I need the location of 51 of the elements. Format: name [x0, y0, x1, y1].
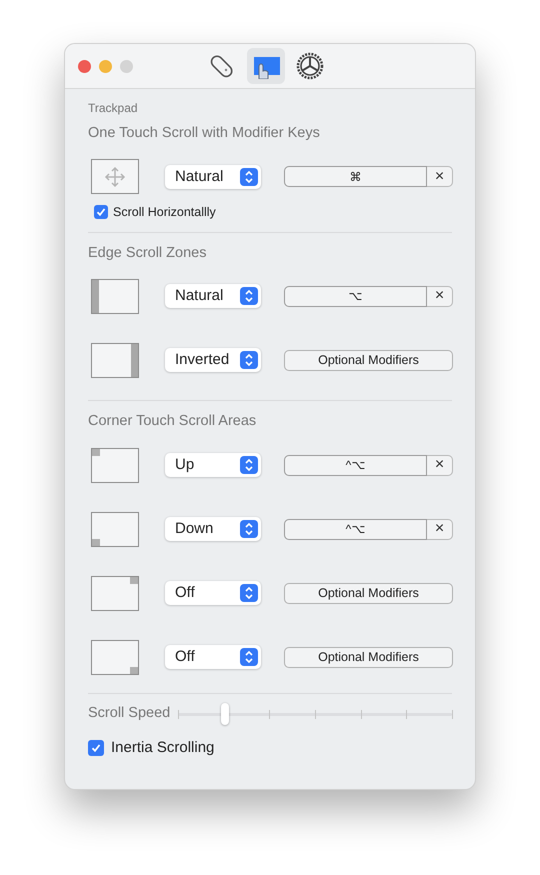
optional-modifiers-button[interactable]: Optional Modifiers	[284, 582, 453, 604]
clear-button[interactable]: ×	[427, 518, 453, 540]
scroll-horizontally-checkbox-row[interactable]: Scroll Horizontallly	[88, 202, 452, 222]
mouse-icon	[209, 53, 235, 79]
corner-zone-icon	[91, 512, 139, 546]
stepper-icon	[240, 584, 258, 602]
shortcut-field[interactable]: ⌥	[284, 286, 427, 307]
clear-button[interactable]: ×	[427, 454, 453, 476]
checkbox[interactable]	[94, 205, 108, 220]
stepper-icon	[240, 168, 258, 186]
stepper-icon	[240, 648, 258, 666]
scroll-speed-slider[interactable]	[178, 703, 452, 725]
checkmark-icon	[96, 207, 106, 218]
move-arrows-icon	[91, 159, 139, 194]
clear-button[interactable]: ×	[427, 166, 453, 188]
stepper-icon	[240, 351, 258, 370]
checkmark-icon	[91, 743, 101, 754]
optional-modifiers-button[interactable]: Optional Modifiers	[284, 646, 453, 668]
stepper-icon	[240, 456, 258, 474]
gear-icon	[296, 52, 324, 80]
edge-zone-icon	[91, 278, 139, 314]
corner-zone-icon	[91, 576, 139, 610]
shortcut-field[interactable]: ⌘	[284, 166, 427, 188]
stepper-icon	[240, 520, 258, 538]
direction-popup[interactable]: Up	[165, 453, 261, 477]
direction-popup[interactable]: Off	[165, 581, 261, 605]
section-title: One Touch Scroll with Modifier Keys	[88, 124, 321, 143]
section-title: Corner Touch Scroll Areas	[88, 412, 258, 432]
direction-popup[interactable]: Natural	[165, 164, 261, 189]
clear-button[interactable]: ×	[427, 286, 453, 307]
slider-thumb[interactable]	[220, 703, 229, 725]
shortcut-field[interactable]: ^⌥	[284, 454, 427, 476]
toolbar-tab[interactable]	[247, 48, 285, 84]
corner-zone-icon	[91, 448, 139, 482]
checkbox[interactable]	[88, 740, 104, 756]
stepper-icon	[240, 287, 258, 306]
close-button[interactable]	[78, 60, 91, 72]
scroll-speed-label: Scroll Speed	[88, 704, 170, 724]
edge-zone-icon	[91, 342, 139, 378]
direction-popup[interactable]: Inverted	[165, 348, 261, 372]
shortcut-field[interactable]: ^⌥	[284, 518, 427, 540]
corner-zone-icon	[91, 640, 139, 674]
direction-popup[interactable]: Off	[165, 645, 261, 669]
section-title: Edge Scroll Zones	[88, 244, 208, 262]
checkbox-label: Scroll Horizontallly	[113, 204, 216, 221]
direction-popup[interactable]: Down	[165, 517, 261, 541]
inertia-scrolling-checkbox-row[interactable]: Inertia Scrolling	[88, 737, 452, 760]
optional-modifiers-button[interactable]: Optional Modifiers	[284, 350, 453, 371]
section-label: Trackpad	[88, 100, 139, 117]
direction-popup[interactable]: Natural	[165, 284, 261, 308]
checkbox-label: Inertia Scrolling	[111, 738, 214, 758]
